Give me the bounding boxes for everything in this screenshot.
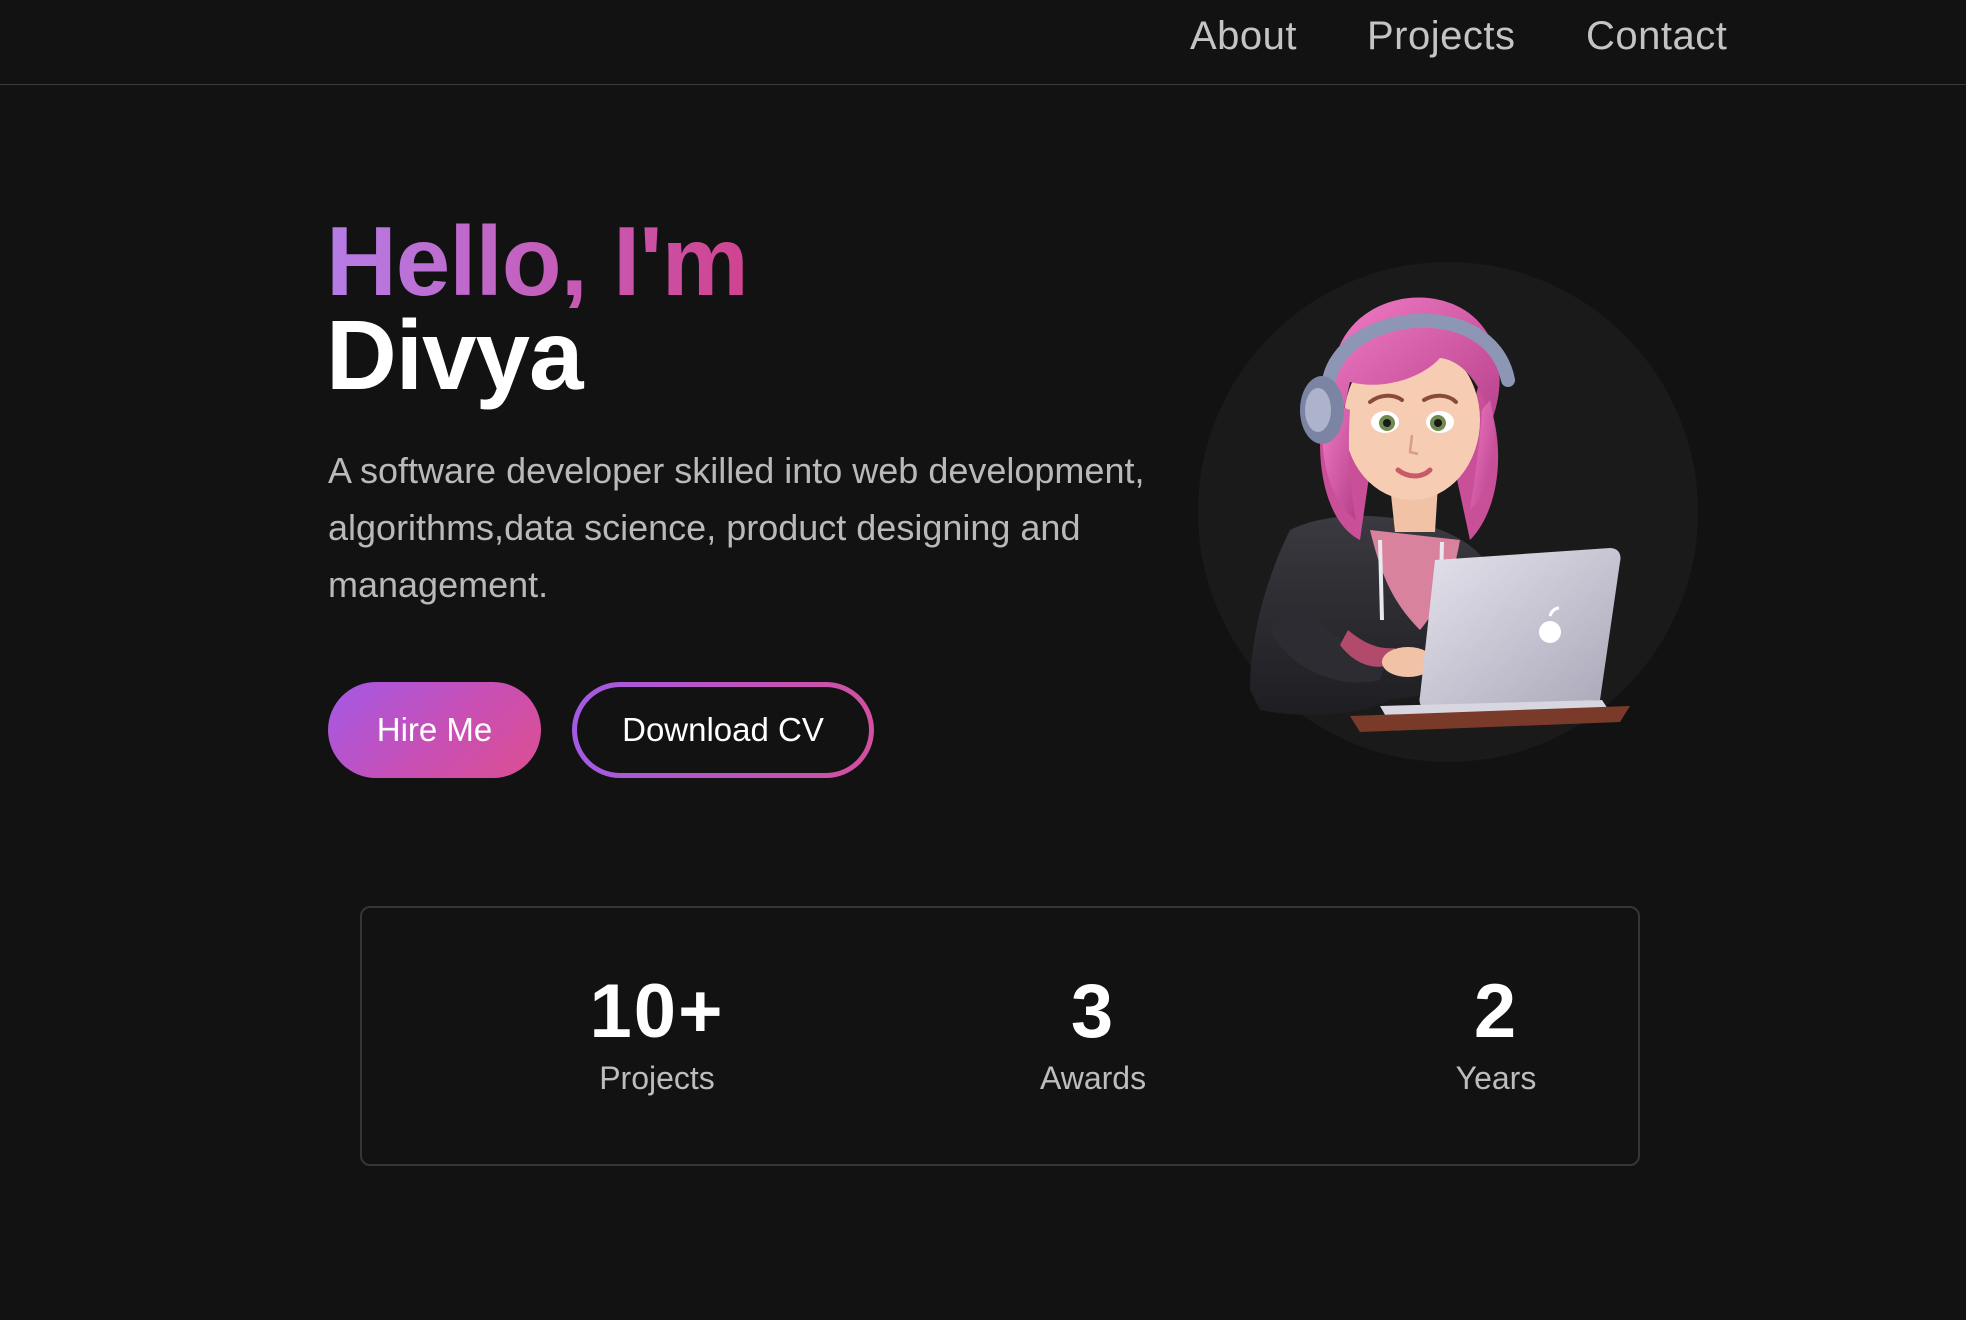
portfolio-page: About Projects Contact Hello, I'm Divya … <box>0 0 1966 1320</box>
hero-name: Divya <box>326 300 584 410</box>
developer-avatar-icon <box>1250 297 1630 732</box>
stat-awards: 3 Awards <box>943 972 1243 1100</box>
hero-greeting: Hello, I'm <box>326 206 749 316</box>
stat-label: Awards <box>1039 1060 1147 1096</box>
stat-label: Projects <box>599 1060 715 1096</box>
stat-value: 3 <box>1070 969 1116 1054</box>
stat-projects: 10+ Projects <box>507 972 807 1100</box>
stat-value: 10+ <box>589 969 725 1054</box>
download-cv-button[interactable]: Download CV <box>572 682 874 778</box>
nav-link-contact[interactable]: Contact <box>1586 14 1727 59</box>
stats-panel: 10+ Projects 3 Awards 2 Years <box>360 906 1640 1166</box>
nav-link-about[interactable]: About <box>1190 14 1297 59</box>
stat-years: 2 Years <box>1346 972 1646 1100</box>
top-nav: About Projects Contact <box>0 0 1966 85</box>
stat-label: Years <box>1455 1060 1537 1096</box>
hero-title: Hello, I'm Divya <box>326 206 749 410</box>
stat-value: 2 <box>1473 969 1519 1054</box>
hero-bio: A software developer skilled into web de… <box>328 450 1145 605</box>
nav-link-projects[interactable]: Projects <box>1367 14 1516 59</box>
hire-me-button[interactable]: Hire Me <box>328 682 541 778</box>
